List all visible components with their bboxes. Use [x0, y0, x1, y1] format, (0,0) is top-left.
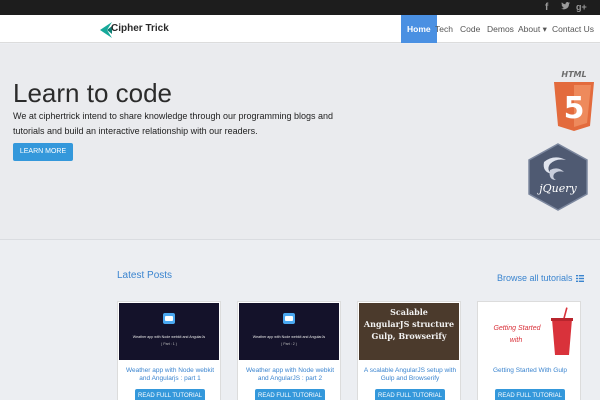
read-full-tutorial-button[interactable]: READ FULL TUTORIAL: [255, 389, 325, 400]
html5-icon: HTML 5: [554, 70, 594, 131]
thumbnail-subcaption: ( Part : 1 ): [161, 342, 177, 346]
nav-home[interactable]: Home: [401, 15, 437, 43]
thumbnail-subcaption: ( Part : 2 ): [281, 342, 297, 346]
post-title[interactable]: Weather app with Node webkit and Angular…: [120, 367, 220, 383]
thumbnail-line: AngularJS structure: [363, 319, 455, 329]
thumbnail-caption: Weather app with Node webkit and Angular…: [132, 335, 206, 339]
thumbnail-line: Scalable: [390, 307, 428, 317]
thumbnail-line: Getting Started: [493, 325, 541, 332]
read-full-tutorial-button[interactable]: READ FULL TUTORIAL: [135, 389, 205, 400]
thumbnail-line: Gulp, Browserify: [371, 331, 447, 341]
svg-text:5: 5: [564, 91, 585, 126]
post-thumbnail[interactable]: Weather app with Node webkit and Angular…: [119, 303, 219, 360]
main-navbar: Cipher Trick Home Tech Code Demos About …: [0, 15, 600, 43]
post-title[interactable]: Getting Started With Gulp: [480, 367, 580, 375]
nav-contact[interactable]: Contact Us: [552, 15, 594, 43]
facebook-icon[interactable]: f: [545, 1, 548, 14]
folder-icon: [283, 313, 295, 324]
twitter-icon[interactable]: [561, 1, 570, 14]
read-full-tutorial-button[interactable]: READ FULL TUTORIAL: [495, 389, 565, 400]
read-full-tutorial-button[interactable]: READ FULL TUTORIAL: [375, 389, 445, 400]
latest-posts-heading: Latest Posts: [117, 270, 173, 281]
list-icon: [575, 275, 584, 282]
jquery-icon: jQuery: [528, 143, 588, 211]
post-card[interactable]: Weather app with Node webkit and Angular…: [117, 301, 221, 400]
post-card[interactable]: Scalable AngularJS structure Gulp, Brows…: [357, 301, 461, 400]
nav-code[interactable]: Code: [460, 15, 480, 43]
post-thumbnail[interactable]: Weather app with Node webkit and Angular…: [239, 303, 339, 360]
thumbnail-line: with: [509, 337, 523, 344]
hero-title: Learn to code: [13, 78, 173, 108]
jquery-label: jQuery: [536, 182, 577, 195]
folder-icon: [163, 313, 175, 324]
post-card[interactable]: Getting Started with Getting Started Wit…: [477, 301, 581, 400]
post-thumbnail[interactable]: Scalable AngularJS structure Gulp, Brows…: [359, 303, 459, 360]
hero-description: We at ciphertrick intend to share knowle…: [13, 111, 334, 136]
post-card[interactable]: Weather app with Node webkit and Angular…: [237, 301, 341, 400]
thumbnail-caption: Weather app with Node webkit and Angular…: [252, 335, 326, 339]
html5-label: HTML: [561, 70, 586, 79]
top-social-bar: f g+: [0, 0, 600, 15]
gulp-cup-icon: [551, 307, 573, 355]
post-title[interactable]: A scalable AngularJS setup with Gulp and…: [360, 367, 460, 383]
post-thumbnail[interactable]: Getting Started with: [479, 303, 579, 360]
twitter-bird-shape: [561, 2, 570, 10]
post-title[interactable]: Weather app with Node webkit and Angular…: [240, 367, 340, 383]
googleplus-icon[interactable]: g+: [576, 1, 587, 14]
brand-name: Cipher Trick: [111, 23, 169, 34]
browse-all-tutorials-link[interactable]: Browse all tutorials: [497, 273, 584, 283]
learn-more-button[interactable]: LEARN MORE: [13, 143, 73, 161]
cipher-trick-logo-icon: [100, 22, 112, 38]
nav-tech[interactable]: Tech: [435, 15, 453, 43]
hero-section: Learn to code We at ciphertrick intend t…: [0, 44, 600, 240]
nav-demos[interactable]: Demos: [487, 15, 514, 43]
browse-all-label: Browse all tutorials: [497, 273, 573, 283]
nav-about[interactable]: About ▾: [518, 15, 547, 43]
